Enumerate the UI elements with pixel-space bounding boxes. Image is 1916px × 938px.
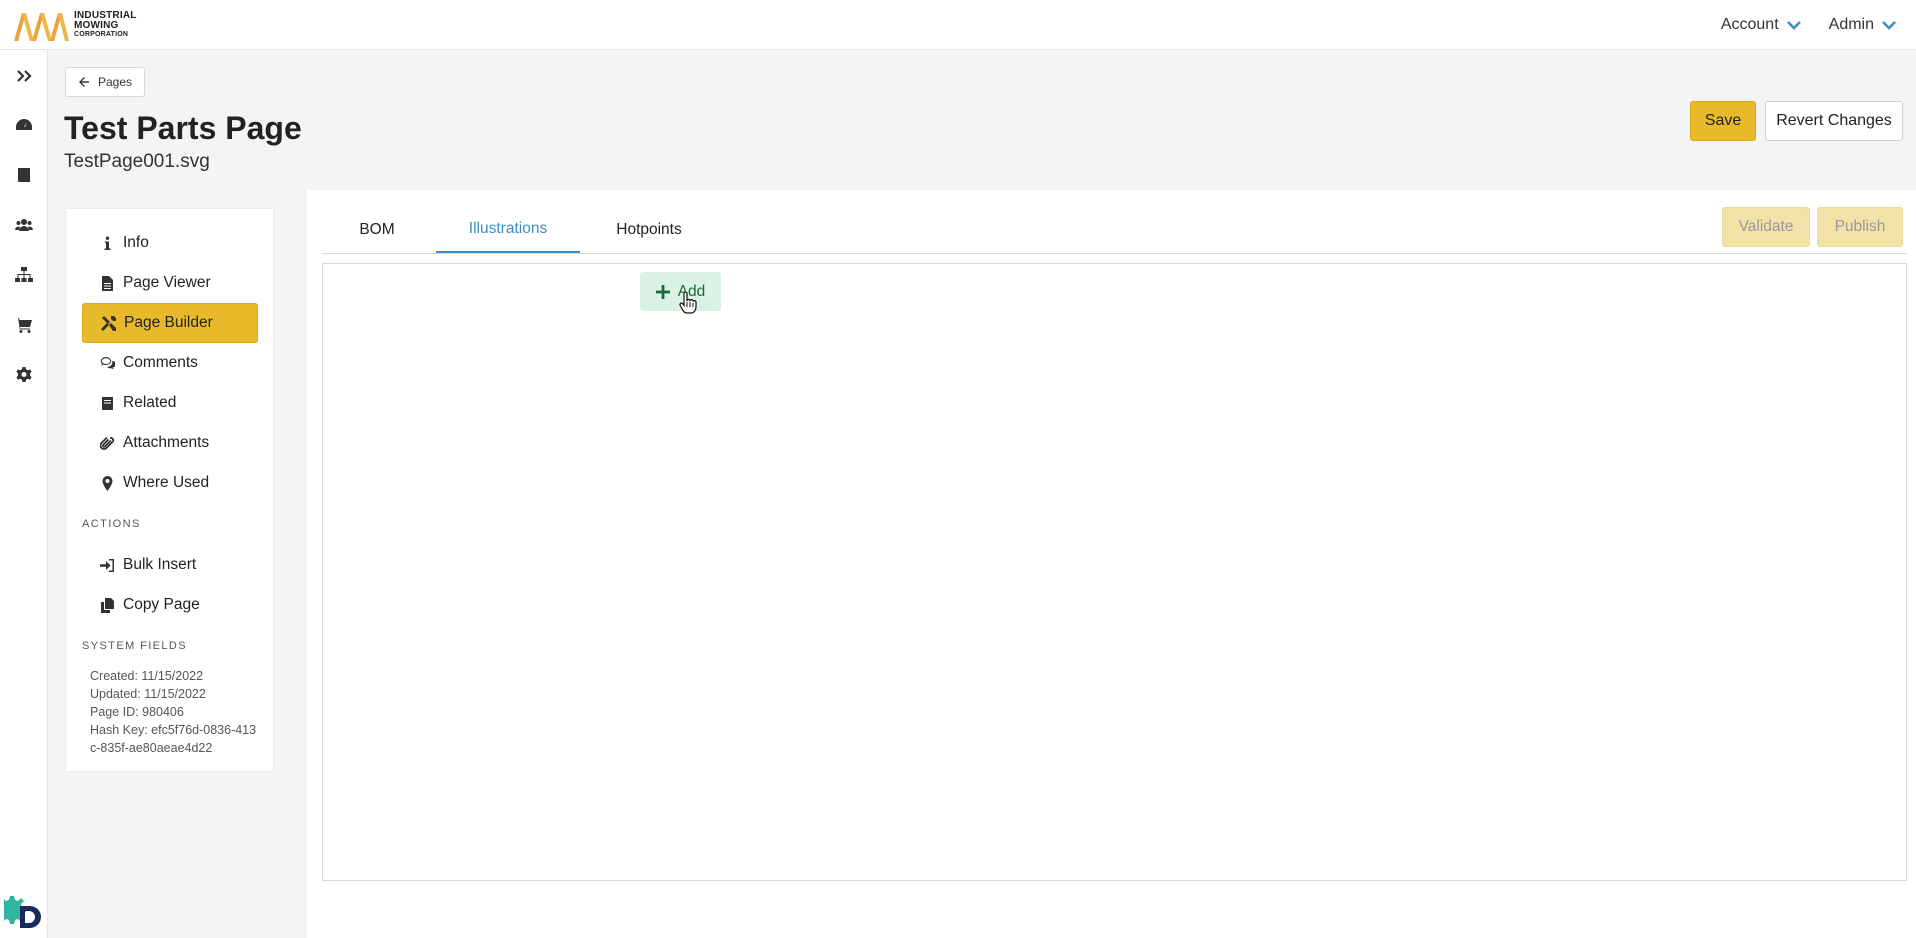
main-panel: BOM Illustrations Hotpoints Validate Pub… bbox=[305, 190, 1916, 938]
gear-icon bbox=[16, 367, 32, 382]
info-icon bbox=[104, 236, 110, 250]
rail-books[interactable] bbox=[12, 163, 36, 187]
nav-item-where-used[interactable]: Where Used bbox=[82, 463, 258, 503]
back-to-pages-button[interactable]: Pages bbox=[65, 67, 146, 97]
actions-section-label: ACTIONS bbox=[82, 518, 141, 530]
nav-item-comments[interactable]: Comments bbox=[82, 343, 258, 383]
rail-dashboard[interactable] bbox=[12, 113, 36, 137]
action-bulk-insert[interactable]: Bulk Insert bbox=[82, 545, 258, 585]
action-copy-page[interactable]: Copy Page bbox=[82, 585, 258, 625]
save-button[interactable]: Save bbox=[1690, 101, 1756, 141]
users-icon bbox=[15, 219, 33, 231]
publish-button[interactable]: Publish bbox=[1817, 207, 1903, 247]
rail-settings[interactable] bbox=[12, 363, 36, 387]
page-subtitle: TestPage001.svg bbox=[64, 151, 210, 172]
nav-item-label: Attachments bbox=[123, 434, 210, 451]
tab-illustrations[interactable]: Illustrations bbox=[436, 206, 580, 253]
admin-menu-label: Admin bbox=[1828, 15, 1874, 33]
logo-text: INDUSTRIAL MOWING CORPORATION bbox=[74, 9, 137, 39]
tab-hotpoints[interactable]: Hotpoints bbox=[584, 206, 714, 254]
nav-item-label: Info bbox=[123, 234, 149, 251]
rail-cart[interactable] bbox=[12, 313, 36, 337]
nav-item-label: Page Builder bbox=[124, 314, 213, 331]
plus-icon bbox=[655, 284, 670, 299]
revert-changes-button[interactable]: Revert Changes bbox=[1765, 101, 1903, 141]
tabs: BOM Illustrations Hotpoints bbox=[322, 206, 1907, 254]
created-field: Created: 11/15/2022 bbox=[90, 669, 204, 683]
file-icon bbox=[101, 275, 113, 291]
rail-users[interactable] bbox=[12, 213, 36, 237]
page-nav-card: Info Page Viewer Page Builder Comments R… bbox=[65, 208, 274, 772]
nav-item-label: Related bbox=[123, 394, 177, 411]
nav-item-attachments[interactable]: Attachments bbox=[82, 423, 258, 463]
action-label: Bulk Insert bbox=[123, 556, 197, 573]
chevron-down-icon bbox=[1882, 20, 1896, 30]
copy-icon bbox=[100, 597, 114, 613]
cart-icon bbox=[15, 318, 32, 333]
system-fields: Created: 11/15/2022 Updated: 11/15/2022 … bbox=[90, 667, 260, 757]
comments-icon bbox=[100, 356, 115, 369]
nav-item-page-builder[interactable]: Page Builder bbox=[82, 303, 258, 343]
paperclip-icon bbox=[99, 436, 114, 450]
rail-sitemap[interactable] bbox=[12, 263, 36, 287]
logo[interactable]: INDUSTRIAL MOWING CORPORATION bbox=[12, 5, 137, 45]
logo-mark-icon bbox=[14, 12, 69, 41]
logo-line-3: CORPORATION bbox=[74, 30, 129, 38]
nav-item-label: Comments bbox=[123, 354, 198, 371]
sign-in-icon bbox=[99, 558, 114, 572]
validate-button[interactable]: Validate bbox=[1722, 207, 1810, 247]
back-button-label: Pages bbox=[98, 75, 133, 89]
top-menus: Account Admin bbox=[1721, 16, 1896, 34]
admin-menu[interactable]: Admin bbox=[1829, 16, 1896, 34]
logo-line-1: INDUSTRIAL bbox=[74, 9, 137, 21]
logo-line-2: MOWING bbox=[74, 19, 119, 31]
illustrations-content: Add bbox=[322, 263, 1907, 881]
hash-key-field: Hash Key: efc5f76d-0836-413c-835f-ae80ae… bbox=[90, 723, 257, 755]
book-icon bbox=[101, 396, 113, 410]
map-marker-icon bbox=[102, 475, 112, 491]
nav-item-info[interactable]: Info bbox=[82, 223, 258, 263]
account-menu[interactable]: Account bbox=[1721, 16, 1801, 34]
page-id-field: Page ID: 980406 bbox=[90, 705, 184, 719]
hand-cursor-icon bbox=[679, 292, 697, 314]
updated-field: Updated: 11/15/2022 bbox=[90, 687, 206, 701]
tab-bom[interactable]: BOM bbox=[322, 206, 432, 254]
top-bar: INDUSTRIAL MOWING CORPORATION Account Ad… bbox=[0, 0, 1916, 50]
dashboard-icon bbox=[16, 119, 32, 130]
tools-icon bbox=[100, 315, 116, 331]
account-menu-label: Account bbox=[1720, 15, 1779, 33]
double-chevron-right-icon bbox=[17, 70, 32, 82]
nav-item-page-viewer[interactable]: Page Viewer bbox=[82, 263, 258, 303]
system-fields-section-label: SYSTEM FIELDS bbox=[82, 640, 187, 652]
action-label: Copy Page bbox=[123, 596, 200, 613]
sitemap-icon bbox=[15, 267, 33, 282]
nav-item-related[interactable]: Related bbox=[82, 383, 258, 423]
brand-d-icon[interactable] bbox=[4, 892, 44, 932]
icon-rail bbox=[0, 50, 48, 938]
nav-item-label: Page Viewer bbox=[123, 274, 211, 291]
chevron-down-icon bbox=[1786, 20, 1801, 30]
book-icon bbox=[18, 168, 30, 182]
arrow-left-icon bbox=[79, 77, 89, 87]
nav-item-label: Where Used bbox=[123, 474, 210, 491]
expand-rail-button[interactable] bbox=[12, 64, 36, 88]
page-title: Test Parts Page bbox=[64, 110, 302, 146]
